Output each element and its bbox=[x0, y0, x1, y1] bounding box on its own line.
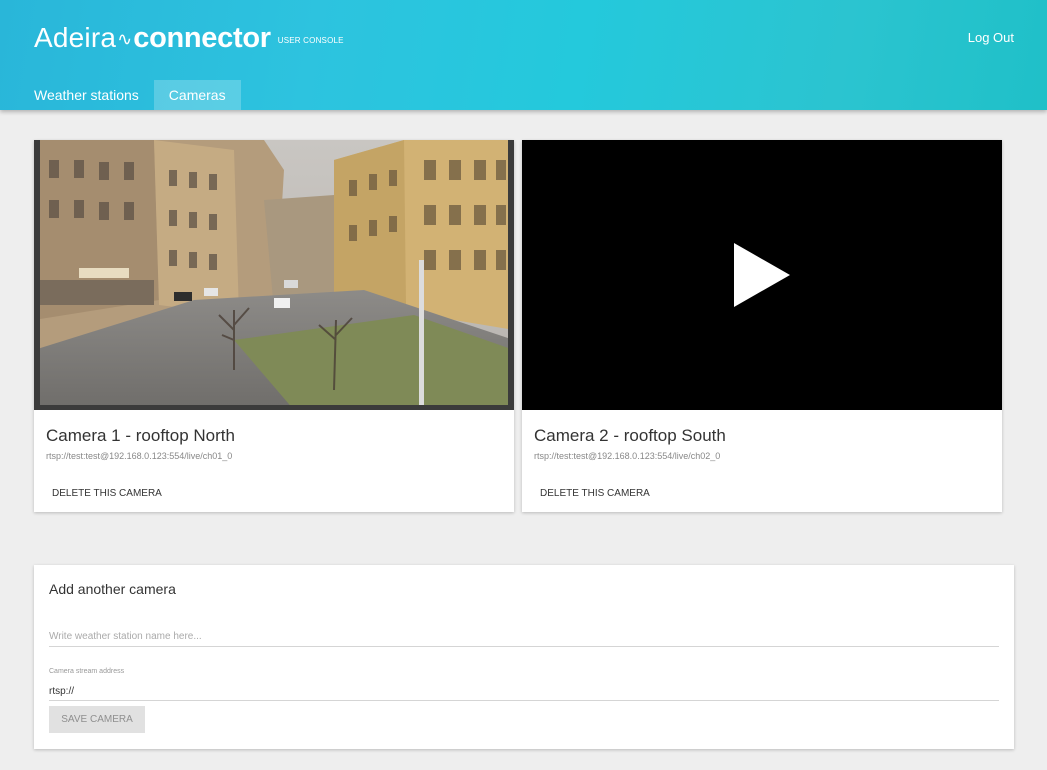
station-name-input[interactable] bbox=[49, 627, 999, 647]
logo-product: connector bbox=[133, 22, 271, 54]
save-camera-button[interactable]: SAVE CAMERA bbox=[49, 706, 145, 733]
delete-camera-button[interactable]: DELETE THIS CAMERA bbox=[540, 488, 650, 499]
camera-stream-url: rtsp://test:test@192.168.0.123:554/live/… bbox=[534, 451, 721, 461]
add-camera-form: Add another camera Camera stream address… bbox=[34, 565, 1014, 749]
camera-card: Camera 1 - rooftop North rtsp://test:tes… bbox=[34, 140, 514, 512]
main-nav-tabs: Weather stations Cameras bbox=[34, 80, 241, 110]
stream-address-input[interactable] bbox=[49, 683, 999, 701]
camera-name: Camera 1 - rooftop North bbox=[46, 426, 235, 445]
tab-cameras[interactable]: Cameras bbox=[153, 80, 241, 110]
street-snapshot-image bbox=[34, 140, 514, 410]
logo-tagline: USER CONSOLE bbox=[277, 36, 344, 45]
camera-preview-snapshot[interactable] bbox=[34, 140, 514, 410]
delete-camera-button[interactable]: DELETE THIS CAMERA bbox=[52, 488, 162, 499]
camera-stream-url: rtsp://test:test@192.168.0.123:554/live/… bbox=[46, 451, 233, 461]
logo-wave-icon: ∿ bbox=[117, 29, 133, 49]
logo-brand: Adeira bbox=[34, 22, 117, 53]
app-logo[interactable]: Adeira ∿ connector USER CONSOLE bbox=[34, 22, 344, 55]
play-icon[interactable] bbox=[734, 243, 790, 307]
app-header: Adeira ∿ connector USER CONSOLE Log Out … bbox=[0, 0, 1047, 110]
stream-address-label: Camera stream address bbox=[49, 668, 125, 675]
tab-weather-stations[interactable]: Weather stations bbox=[34, 80, 154, 110]
camera-preview-video[interactable] bbox=[522, 140, 1002, 410]
camera-name: Camera 2 - rooftop South bbox=[534, 426, 726, 445]
camera-card: Camera 2 - rooftop South rtsp://test:tes… bbox=[522, 140, 1002, 512]
form-title: Add another camera bbox=[49, 581, 176, 597]
logout-link[interactable]: Log Out bbox=[968, 30, 1014, 45]
